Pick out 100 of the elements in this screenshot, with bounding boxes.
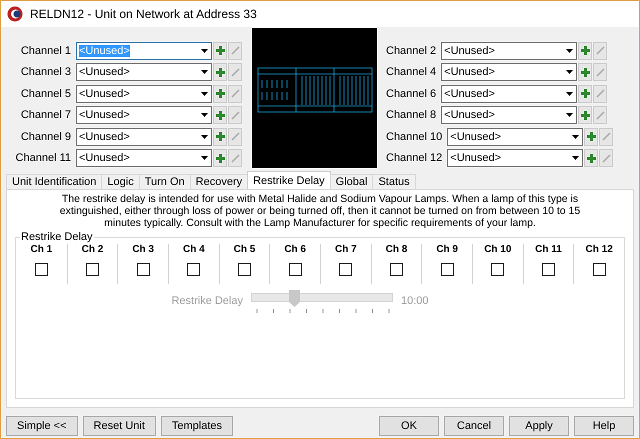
checkbox[interactable] bbox=[592, 263, 606, 276]
checkbox[interactable] bbox=[542, 263, 555, 276]
plus-icon bbox=[216, 46, 224, 56]
channel-dropdown[interactable]: <Unused> bbox=[76, 128, 212, 146]
edit-button[interactable] bbox=[593, 106, 608, 124]
add-button[interactable] bbox=[578, 106, 592, 124]
add-button[interactable] bbox=[213, 106, 227, 124]
channel-heading: Ch 5 bbox=[234, 244, 256, 255]
checkbox[interactable] bbox=[136, 263, 150, 276]
add-button[interactable] bbox=[584, 128, 598, 146]
add-button[interactable] bbox=[213, 63, 227, 82]
slider-label: Restrike Delay bbox=[171, 295, 243, 307]
caret-icon bbox=[201, 113, 208, 118]
checkbox[interactable] bbox=[390, 263, 403, 276]
checkbox[interactable] bbox=[86, 263, 99, 276]
edit-button[interactable] bbox=[593, 84, 608, 103]
channel-dropdown[interactable]: <Unused> bbox=[76, 84, 212, 103]
tab[interactable]: Restrike Delay bbox=[247, 171, 331, 189]
plus-icon bbox=[580, 89, 590, 98]
group-title: Restrike Delay bbox=[20, 231, 94, 243]
pencil-icon bbox=[596, 46, 605, 56]
caret-icon bbox=[566, 92, 574, 96]
channel-heading: Ch 11 bbox=[535, 244, 562, 255]
checkbox[interactable] bbox=[491, 263, 504, 276]
caret-icon bbox=[566, 48, 574, 53]
channel-dropdown[interactable]: <Unused> bbox=[441, 106, 578, 124]
edit-button[interactable] bbox=[228, 106, 242, 124]
pencil-icon bbox=[596, 68, 605, 77]
checkbox[interactable] bbox=[238, 263, 251, 276]
channel-heading: Ch 2 bbox=[82, 244, 104, 255]
channel-dropdown[interactable]: <Unused> bbox=[76, 63, 212, 82]
channel-dropdown[interactable]: <Unused> bbox=[447, 149, 584, 168]
pencil-icon bbox=[230, 154, 240, 163]
channel-dropdown[interactable]: <Unused> bbox=[76, 106, 212, 124]
caret-icon bbox=[572, 156, 580, 160]
plus-icon bbox=[586, 132, 596, 142]
dialog-button[interactable]: Apply bbox=[509, 416, 569, 436]
caret-icon bbox=[566, 70, 574, 74]
edit-button[interactable] bbox=[228, 63, 242, 82]
tab[interactable]: Global bbox=[330, 174, 374, 189]
plus-icon bbox=[580, 46, 590, 56]
edit-button[interactable] bbox=[593, 42, 608, 60]
plus-icon bbox=[580, 110, 590, 120]
checkbox[interactable] bbox=[34, 263, 48, 276]
channel-heading: Ch 10 bbox=[484, 244, 512, 255]
tab[interactable]: Logic bbox=[101, 174, 140, 189]
add-button[interactable] bbox=[213, 42, 227, 60]
pencil-icon bbox=[230, 89, 240, 98]
dialog-button[interactable]: Cancel bbox=[444, 416, 504, 436]
dropdown-value: <Unused> bbox=[79, 109, 130, 122]
checkbox[interactable] bbox=[187, 263, 200, 276]
dialog-button[interactable]: Reset Unit bbox=[82, 416, 156, 436]
edit-button[interactable] bbox=[599, 128, 614, 146]
pencil-icon bbox=[230, 68, 240, 77]
channel-label: Channel 4 bbox=[386, 66, 436, 78]
checkbox[interactable] bbox=[288, 263, 302, 276]
channel-dropdown[interactable]: <Unused> bbox=[441, 63, 578, 82]
dialog-button[interactable]: Templates bbox=[160, 416, 234, 436]
add-button[interactable] bbox=[213, 128, 227, 146]
dialog-button[interactable]: Simple << bbox=[6, 416, 78, 436]
window-title: RELDN12 - Unit on Network at Address 33 bbox=[30, 7, 257, 21]
edit-button[interactable] bbox=[228, 84, 242, 103]
channel-label: Channel 10 bbox=[386, 130, 442, 143]
channel-label: Channel 8 bbox=[386, 109, 436, 122]
checkbox[interactable] bbox=[339, 263, 352, 276]
plus-icon bbox=[216, 68, 224, 77]
pencil-icon bbox=[596, 89, 605, 98]
dialog-button[interactable]: Help bbox=[574, 416, 634, 436]
caret-icon bbox=[201, 48, 208, 53]
edit-button[interactable] bbox=[593, 63, 608, 82]
pencil-icon bbox=[230, 132, 240, 142]
caret-icon bbox=[566, 113, 574, 118]
channel-label: Channel 9 bbox=[20, 130, 71, 143]
dropdown-value: <Unused> bbox=[444, 88, 495, 100]
channel-label: Channel 2 bbox=[386, 44, 436, 57]
add-button[interactable] bbox=[584, 149, 598, 168]
channel-heading: Ch 4 bbox=[182, 244, 205, 255]
dropdown-value: <Unused> bbox=[444, 44, 495, 57]
channel-dropdown[interactable]: <Unused> bbox=[441, 84, 578, 103]
channel-dropdown[interactable]: <Unused> bbox=[76, 149, 212, 168]
edit-button[interactable] bbox=[599, 149, 614, 168]
checkbox[interactable] bbox=[440, 263, 454, 276]
tab[interactable]: Recovery bbox=[190, 174, 248, 189]
edit-button[interactable] bbox=[228, 149, 242, 168]
edit-button[interactable] bbox=[228, 128, 242, 146]
channel-label: Channel 5 bbox=[20, 88, 71, 100]
edit-button[interactable] bbox=[228, 42, 242, 60]
channel-heading: Ch 3 bbox=[132, 244, 154, 255]
add-button[interactable] bbox=[213, 149, 227, 168]
dialog-button[interactable]: OK bbox=[379, 416, 439, 436]
channel-dropdown[interactable]: <Unused> bbox=[441, 42, 578, 60]
add-button[interactable] bbox=[578, 63, 592, 82]
channel-label: Channel 7 bbox=[20, 109, 71, 122]
add-button[interactable] bbox=[213, 84, 227, 103]
tab[interactable]: Status bbox=[372, 174, 416, 189]
pencil-icon bbox=[602, 154, 611, 163]
tab[interactable]: Unit Identification bbox=[6, 174, 102, 189]
channel-dropdown[interactable]: <Unused> bbox=[447, 128, 584, 146]
add-button[interactable] bbox=[578, 42, 592, 60]
add-button[interactable] bbox=[578, 84, 592, 103]
